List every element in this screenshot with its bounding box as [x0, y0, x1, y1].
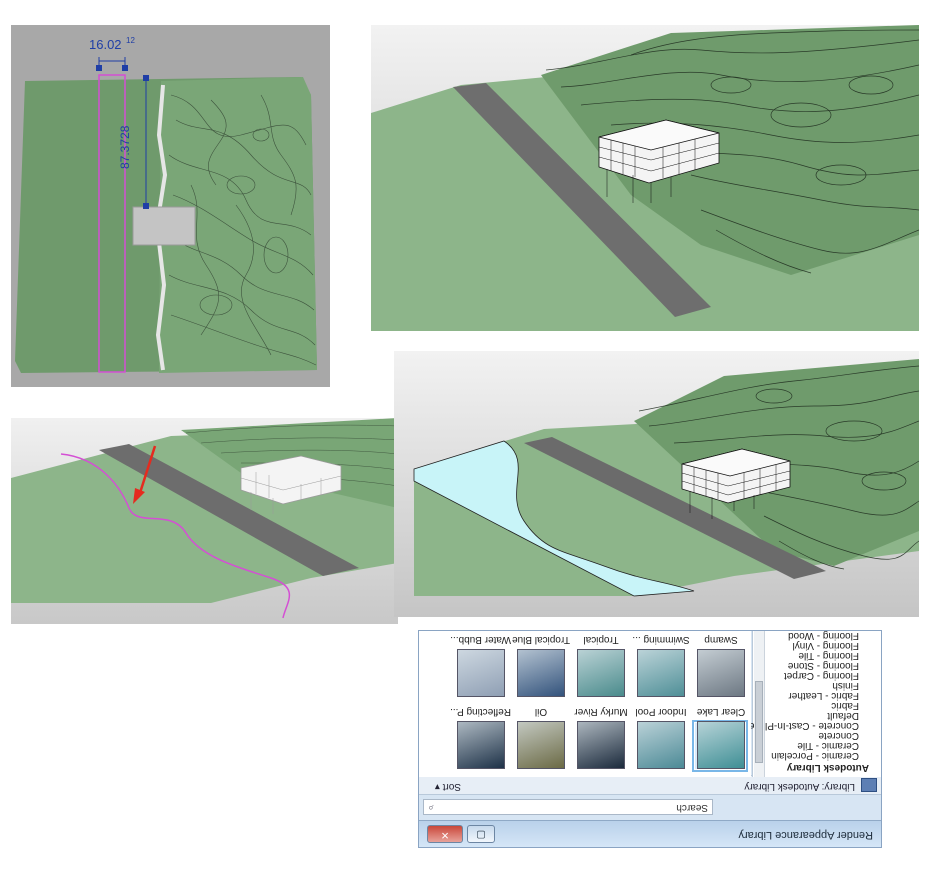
material-label: Oil: [534, 706, 548, 717]
search-placeholder: Search: [676, 802, 708, 813]
tree-item[interactable]: Ceramic - Porcelain: [771, 750, 859, 761]
tree-item[interactable]: Flooring - Tile: [798, 650, 859, 661]
dimension-grip-bottom[interactable]: [143, 203, 149, 209]
material-label: Clear Lake: [696, 706, 746, 717]
material-swatch: [577, 649, 625, 697]
material-tile[interactable]: [575, 649, 625, 697]
dialog-titlebar[interactable]: Render Appearance Library ▢ ✕: [419, 820, 881, 847]
dialog-title: Render Appearance Library: [738, 829, 873, 841]
tree-item[interactable]: Ceramic - Tile: [797, 740, 859, 751]
material-tile[interactable]: [692, 720, 748, 772]
library-bar: Library: Autodesk Library Sort ▾: [419, 775, 881, 795]
site-3d-view-road[interactable]: [371, 25, 919, 331]
material-swatch: [457, 649, 505, 697]
tree-item[interactable]: Flooring - Stone: [788, 660, 859, 671]
material-label: Tropical: [583, 634, 619, 645]
material-tile[interactable]: [515, 649, 565, 697]
library-label: Library: Autodesk Library: [744, 781, 855, 792]
dimension-horizontal-superscript: 12: [126, 36, 135, 45]
material-label: Reflecting P...: [450, 706, 511, 717]
search-row: Search ⌕: [419, 797, 881, 817]
tree-item[interactable]: Flooring - Wood: [788, 631, 859, 641]
category-tree[interactable]: Autodesk Library Ceramic - Porcelain Cer…: [749, 631, 881, 777]
material-label: Swamp: [704, 634, 738, 645]
close-button[interactable]: ✕: [427, 825, 463, 843]
material-swatch: [517, 649, 565, 697]
site-plan-drawing: 16.02 12 87.3728: [11, 25, 330, 387]
maximize-button[interactable]: ▢: [467, 825, 495, 843]
tree-scrollbar-thumb[interactable]: [755, 681, 763, 763]
material-tile[interactable]: [635, 721, 685, 769]
material-label: Murky River: [574, 706, 628, 717]
site-3d-drawing-1: [371, 25, 919, 331]
site-3d-drawing-3: [394, 351, 919, 617]
dimension-grip-left[interactable]: [96, 65, 102, 71]
material-label: Tropical Blue: [512, 634, 570, 645]
dimension-vertical-value: 87.3728: [118, 125, 132, 169]
dimension-grip-top[interactable]: [143, 75, 149, 81]
tree-item[interactable]: Concrete: [818, 730, 859, 741]
search-input[interactable]: Search ⌕: [423, 799, 713, 815]
site-3d-view-property-line[interactable]: [11, 418, 398, 624]
tree-item[interactable]: Fabric - Leather: [788, 690, 859, 701]
tree-item-autodesk-library[interactable]: Autodesk Library: [787, 762, 869, 773]
material-swatch: [697, 649, 745, 697]
material-tile[interactable]: [455, 649, 505, 697]
material-tile[interactable]: [635, 649, 685, 697]
material-swatch: [637, 649, 685, 697]
search-icon[interactable]: ⌕: [428, 800, 434, 814]
tree-item[interactable]: Fabric: [831, 700, 859, 711]
material-swatch: [697, 721, 745, 769]
material-label: Water Bubb...: [450, 634, 511, 645]
material-label: Indoor Pool: [635, 706, 687, 717]
material-swatch: [637, 721, 685, 769]
material-label: Swimming ...: [632, 634, 690, 645]
tree-item[interactable]: Concrete - Cast-In-Place: [749, 720, 859, 731]
tree-item[interactable]: Flooring - Vinyl: [792, 640, 859, 651]
tree-item[interactable]: Default: [827, 710, 859, 721]
tree-item[interactable]: Flooring - Carpet: [784, 670, 859, 681]
library-icon: [861, 778, 877, 792]
render-appearance-library-dialog[interactable]: Render Appearance Library ▢ ✕ Search ⌕ L…: [418, 630, 882, 848]
site-plan-view[interactable]: 16.02 12 87.3728: [11, 25, 330, 387]
site-3d-drawing-2: [11, 418, 398, 624]
material-tile[interactable]: [455, 721, 505, 769]
material-tile[interactable]: [575, 721, 625, 769]
material-swatch: [517, 721, 565, 769]
site-3d-view-water[interactable]: [394, 351, 919, 617]
sort-dropdown[interactable]: Sort ▾: [435, 781, 461, 792]
material-swatch: [577, 721, 625, 769]
material-swatch: [457, 721, 505, 769]
dimension-horizontal-value: 16.02: [89, 37, 122, 52]
dimension-grip-right[interactable]: [122, 65, 128, 71]
building-footprint[interactable]: [132, 206, 196, 246]
material-tile[interactable]: [515, 721, 565, 769]
material-grid: Clear Lake Indoor Pool Murky River Oil Refle…: [419, 631, 751, 777]
material-tile[interactable]: [695, 649, 745, 697]
tree-item[interactable]: Finish: [832, 680, 859, 691]
